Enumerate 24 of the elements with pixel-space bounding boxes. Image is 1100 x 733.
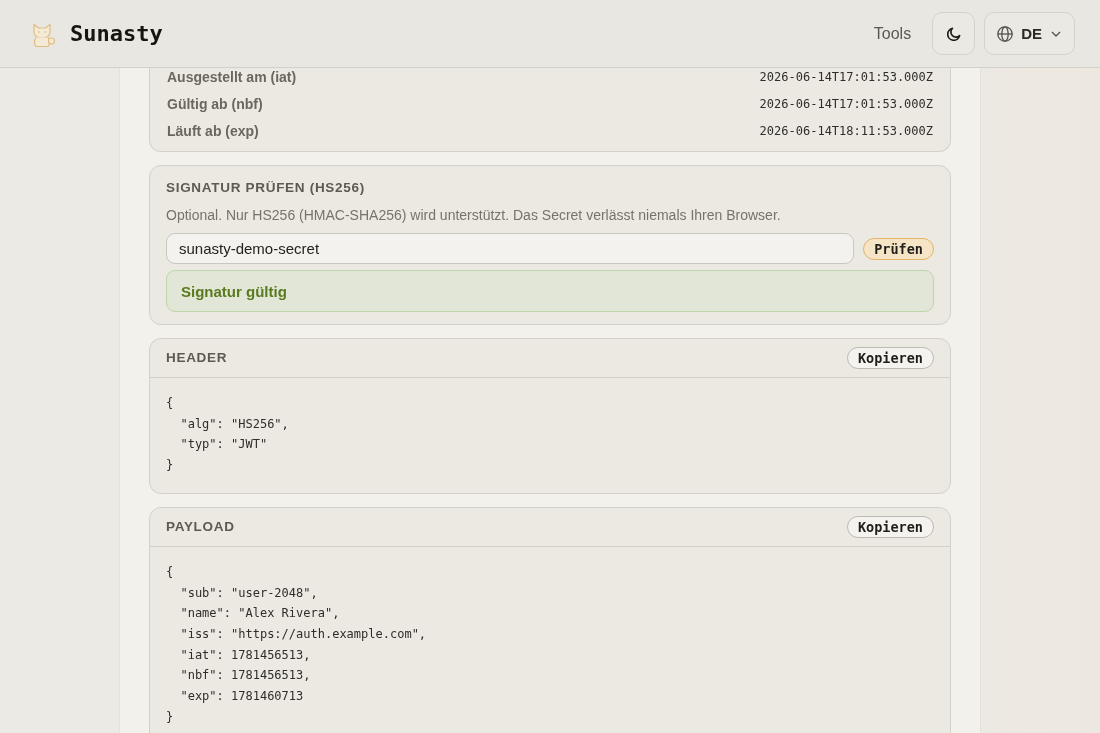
claim-value: 2026-06-14T17:01:53.000Z: [759, 96, 933, 113]
language-button[interactable]: DE: [984, 12, 1075, 55]
claim-label: Gültig ab (nbf): [167, 95, 263, 113]
secret-input-field[interactable]: sunasty-demo-secret: [166, 233, 855, 264]
json-code-text: { "sub": "user-2048", "name": "Alex Rivera", "iss": "https://auth.example.com", "iat": 1781456513, "nbf": 1781456513, "exp": 1781460713 }: [166, 563, 427, 726]
section-title: PAYLOAD: [166, 517, 235, 536]
nav-link[interactable]: Tools: [873, 20, 912, 47]
claim-value: 2026-06-14T17:01:53.000Z: [759, 69, 933, 86]
theme-toggle-button[interactable]: [932, 12, 976, 55]
section-title: SIGNATUR PRÜFEN (HS256): [166, 179, 365, 197]
moon-icon: [946, 26, 961, 41]
copy-button[interactable]: Kopieren: [846, 347, 934, 369]
section-title: HEADER: [166, 349, 228, 367]
signature-description: Optional. Nur HS256 (HMAC-SHA256) wird unterstützt. Das Secret verlässt niemals Ihren Browser.: [166, 206, 781, 224]
json-code-text: { "alg": "HS256", "typ": "JWT" }: [166, 395, 289, 475]
brand-name: Sunasty: [70, 21, 163, 46]
chevron-down-icon: [1051, 30, 1061, 37]
claim-label: Ausgestellt am (iat): [167, 68, 297, 86]
globe-icon: [997, 25, 1014, 42]
copy-button[interactable]: Kopieren: [846, 515, 934, 538]
claim-label: Läuft ab (exp): [167, 122, 259, 140]
signature-result-message: Signatur gültig: [166, 270, 934, 312]
claim-value: 2026-06-14T18:11:53.000Z: [759, 123, 933, 140]
verify-button[interactable]: Prüfen: [863, 237, 934, 260]
